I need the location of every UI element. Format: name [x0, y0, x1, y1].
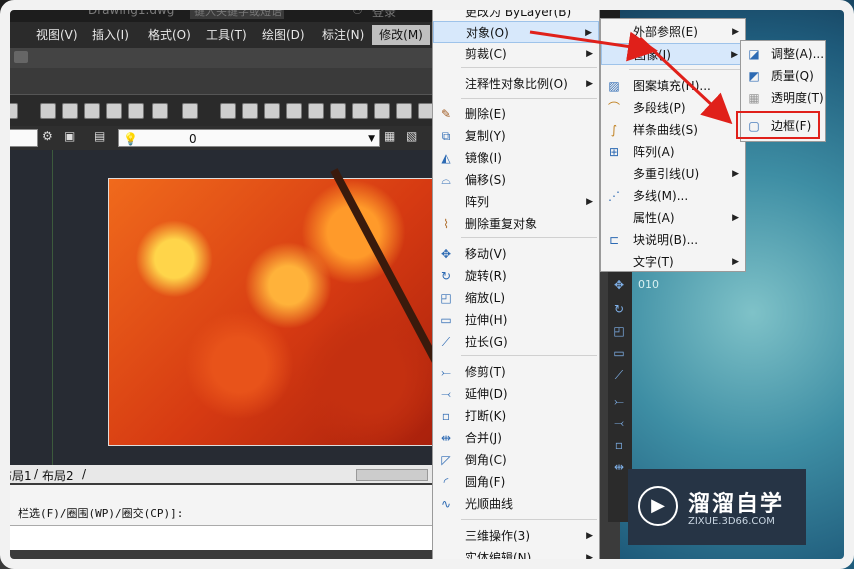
play-logo-icon: ▶	[638, 486, 678, 526]
arrow-image-to-frame	[638, 36, 733, 125]
watermark-title: 溜溜自学	[688, 492, 785, 517]
watermark-url: ZIXUE.3D66.COM	[688, 516, 775, 527]
arrow-object-to-image	[529, 30, 658, 62]
